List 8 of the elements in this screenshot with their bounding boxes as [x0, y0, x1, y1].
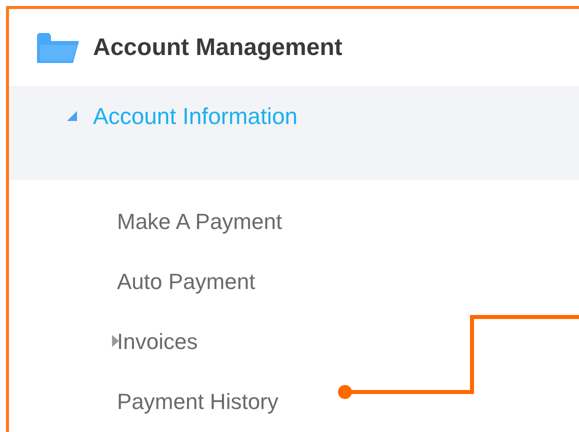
tree-item[interactable]: Invoices: [117, 324, 198, 358]
section-title: Account Management: [93, 32, 342, 62]
folder-icon: [37, 32, 79, 62]
caret-icon[interactable]: [67, 111, 77, 121]
tree-item[interactable]: Make A Payment: [117, 204, 282, 238]
tree-item[interactable]: Auto Payment: [117, 264, 256, 298]
tree-item[interactable]: Payment History: [117, 384, 278, 418]
caret-icon[interactable]: [112, 335, 119, 347]
